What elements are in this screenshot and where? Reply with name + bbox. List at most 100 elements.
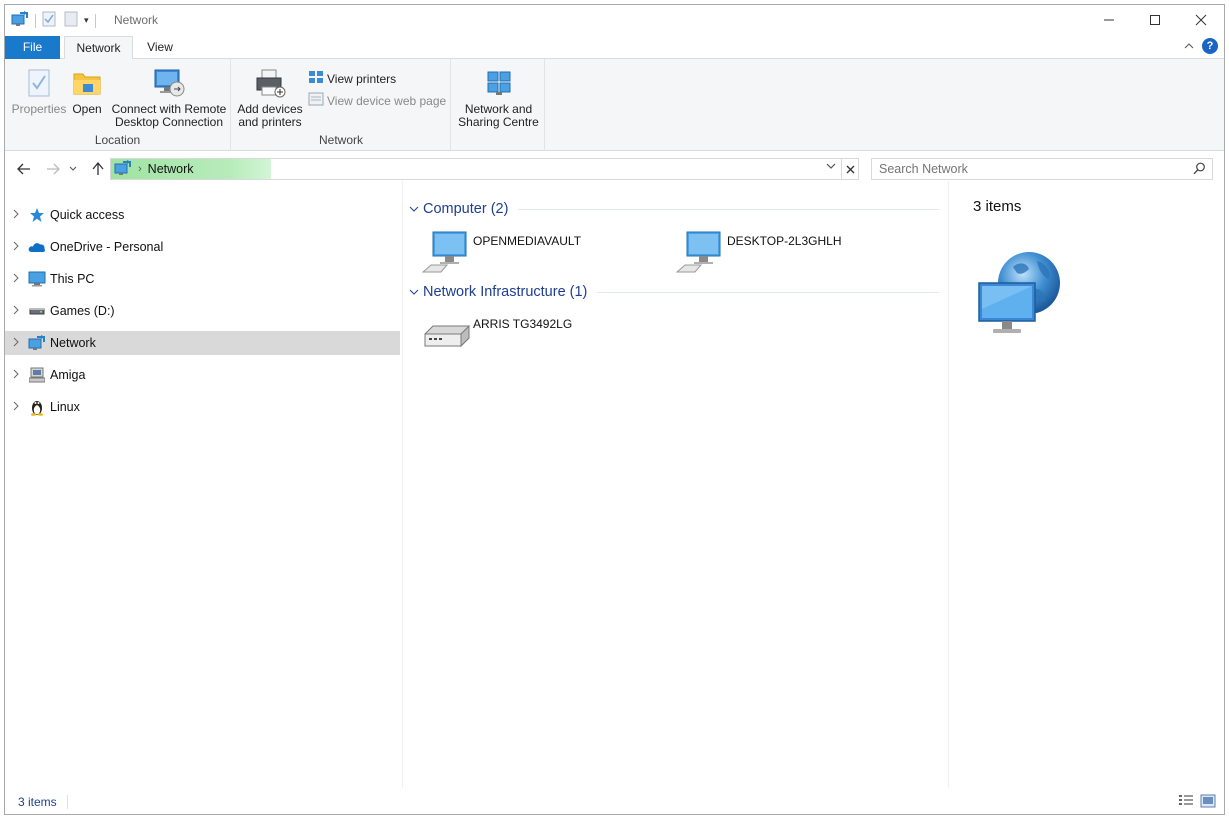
tab-network[interactable]: Network [64, 36, 133, 60]
stop-loading-button[interactable] [841, 158, 859, 180]
recent-locations-button[interactable] [66, 157, 80, 181]
group-label-location: Location [94, 133, 141, 147]
network-item[interactable]: DESKTOP-2L3GHLH [675, 229, 842, 275]
ribbon: Properties Open Connect with Remote Desk… [5, 59, 1224, 151]
nav-item-label: Amiga [50, 368, 86, 382]
network-icon [28, 335, 46, 351]
network-item[interactable]: OPENMEDIAVAULT [421, 229, 581, 275]
minimize-button[interactable] [1086, 5, 1132, 35]
expand-chevron-icon[interactable] [5, 369, 25, 382]
breadcrumb-separator-icon[interactable]: › [138, 163, 142, 175]
qat-customize-icon[interactable]: ▾ [84, 15, 89, 26]
collapse-ribbon-icon[interactable] [1184, 39, 1194, 53]
star-icon [28, 207, 46, 223]
ribbon-group-location: Properties Open Connect with Remote Desk… [5, 59, 231, 151]
nav-item-onedrive[interactable]: OneDrive - Personal [5, 235, 400, 259]
nav-item-this-pc[interactable]: This PC [5, 267, 400, 291]
sharing-centre-button[interactable]: Network and Sharing Centre [454, 67, 543, 129]
remote-desktop-icon [152, 67, 186, 99]
expand-chevron-icon[interactable] [5, 305, 25, 318]
expand-chevron-icon[interactable] [5, 209, 25, 222]
content-pane: Computer (2) OPENMEDIAVAULT DESKTOP-2L3G… [403, 187, 948, 787]
remote-desktop-button[interactable]: Connect with Remote Desktop Connection [109, 67, 229, 129]
view-printers-label: View printers [327, 71, 397, 86]
ribbon-group-network: Add devices and printers View printers V… [232, 59, 451, 151]
title-bar: ▾ Network [5, 5, 1224, 36]
network-item[interactable]: ARRIS TG3492LG [421, 312, 572, 358]
add-devices-label-2: and printers [238, 115, 302, 129]
open-label: Open [72, 102, 102, 116]
group-title: Network Infrastructure (1) [423, 284, 588, 300]
tab-view[interactable]: View [135, 36, 185, 59]
window-controls [1086, 5, 1224, 35]
group-divider [518, 208, 939, 210]
nav-item-amiga[interactable]: Amiga [5, 363, 400, 387]
web-page-icon [308, 92, 324, 109]
status-divider [67, 795, 68, 809]
up-button[interactable] [87, 157, 109, 181]
nav-item-label: OneDrive - Personal [50, 240, 164, 254]
details-view-icon[interactable] [1178, 794, 1194, 811]
maximize-button[interactable] [1132, 5, 1178, 35]
network-globe-icon [978, 252, 1060, 333]
monitor-icon [28, 271, 46, 287]
network-icon [114, 159, 132, 179]
add-devices-button[interactable]: Add devices and printers [236, 67, 304, 129]
view-printers-button[interactable]: View printers [308, 70, 396, 87]
group-header-computer[interactable]: Computer (2) [409, 201, 939, 217]
status-item-count: 3 items [18, 795, 57, 809]
large-icons-view-icon[interactable] [1200, 794, 1216, 811]
group-label-network: Network [318, 133, 363, 147]
nav-item-network[interactable]: Network [5, 331, 400, 355]
remote-desktop-label-2: Desktop Connection [114, 115, 224, 129]
sharing-centre-label-2: Sharing Centre [458, 115, 539, 129]
ribbon-group-sharing: Network and Sharing Centre [452, 59, 545, 151]
nav-item-linux[interactable]: Linux [5, 395, 400, 419]
new-folder-qat-icon[interactable] [64, 11, 78, 30]
expand-chevron-icon[interactable] [5, 273, 25, 286]
status-bar: 3 items [5, 790, 1224, 814]
expand-chevron-icon[interactable] [5, 337, 25, 350]
search-input[interactable] [872, 159, 1172, 179]
close-button[interactable] [1178, 5, 1224, 35]
window-title: Network [114, 13, 159, 27]
computer-icon [421, 231, 467, 273]
navigation-row: › Network [5, 157, 1224, 181]
help-icon[interactable]: ? [1202, 38, 1218, 54]
properties-icon [22, 67, 56, 99]
computer-icon [675, 231, 721, 273]
back-button[interactable] [13, 157, 35, 181]
navigation-pane: Quick access OneDrive - Personal This PC [5, 187, 402, 787]
address-bar[interactable]: › Network [110, 158, 859, 180]
nav-item-label: Quick access [50, 208, 125, 222]
details-pane: 3 items [949, 187, 1224, 787]
properties-button[interactable]: Properties [11, 67, 67, 116]
view-device-web-page-button[interactable]: View device web page [308, 92, 446, 109]
expand-chevron-icon[interactable] [5, 241, 25, 254]
collapse-chevron-icon[interactable] [409, 287, 423, 298]
sharing-centre-icon [482, 67, 516, 99]
printers-icon [308, 70, 324, 87]
open-button[interactable]: Open [69, 67, 105, 116]
add-printer-icon [253, 67, 287, 99]
cloud-icon [28, 239, 46, 255]
search-box [871, 158, 1213, 180]
address-dropdown-icon[interactable] [826, 162, 836, 173]
collapse-chevron-icon[interactable] [409, 204, 423, 215]
properties-qat-icon[interactable] [42, 11, 56, 30]
forward-button[interactable] [42, 157, 64, 181]
nav-item-label: Network [50, 336, 96, 350]
router-icon [424, 324, 470, 348]
item-name: OPENMEDIAVAULT [473, 234, 582, 248]
group-header-network-infrastructure[interactable]: Network Infrastructure (1) [409, 284, 939, 300]
nav-item-games-drive[interactable]: Games (D:) [5, 299, 400, 323]
nav-item-quick-access[interactable]: Quick access [5, 203, 400, 227]
search-icon[interactable] [1193, 162, 1206, 178]
item-name: DESKTOP-2L3GHLH [727, 234, 842, 248]
network-icon[interactable] [11, 11, 29, 30]
breadcrumb-network[interactable]: Network [148, 162, 194, 176]
drive-icon [28, 303, 46, 319]
penguin-icon [28, 399, 46, 416]
tab-file[interactable]: File [5, 36, 60, 59]
expand-chevron-icon[interactable] [5, 401, 25, 414]
